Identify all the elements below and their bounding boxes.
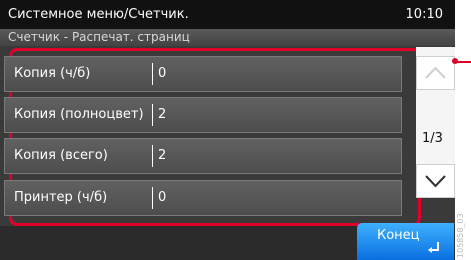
row-label: Копия (всего) [14,148,108,163]
row-label: Принтер (ч/б) [14,190,108,205]
counter-row-copy-total[interactable]: Копия (всего) 2 [4,138,402,174]
page-title: Системное меню/Счетчик. [8,7,189,22]
row-value: 2 [158,107,167,122]
counter-row-copy-bw[interactable]: Копия (ч/б) 0 [4,56,402,92]
row-value: 0 [158,190,167,205]
end-button-label: Конец [377,228,420,243]
section-title: Счетчик - Распечат. страниц [8,30,190,44]
device-screen: Системное меню/Счетчик. 10:10 Счетчик - … [0,0,455,260]
enter-icon [428,242,439,253]
row-divider [152,104,153,126]
scroll-up-button[interactable] [416,56,455,90]
end-button[interactable]: Конец [357,223,454,260]
row-divider [152,63,153,85]
row-label: Копия (ч/б) [14,66,91,81]
row-value: 2 [158,148,167,163]
clock: 10:10 [405,7,443,22]
scroll-down-button[interactable] [416,164,455,198]
subtitle-bar: Счетчик - Распечат. страниц [0,29,455,46]
row-divider [152,145,153,167]
figure-code: 105858_03 [456,213,465,258]
row-label: Копия (полноцвет) [14,107,144,122]
callout-line [455,61,471,63]
chevron-up-icon [425,66,446,79]
page-indicator: 1/3 [422,131,443,146]
counter-row-printer-bw[interactable]: Принтер (ч/б) 0 [4,180,402,216]
row-divider [152,187,153,209]
title-bar: Системное меню/Счетчик. 10:10 [0,0,455,29]
scroll-column: 1/3 [416,47,455,198]
counter-row-copy-color[interactable]: Копия (полноцвет) 2 [4,97,402,133]
chevron-down-icon [425,175,446,188]
row-value: 0 [158,66,167,81]
